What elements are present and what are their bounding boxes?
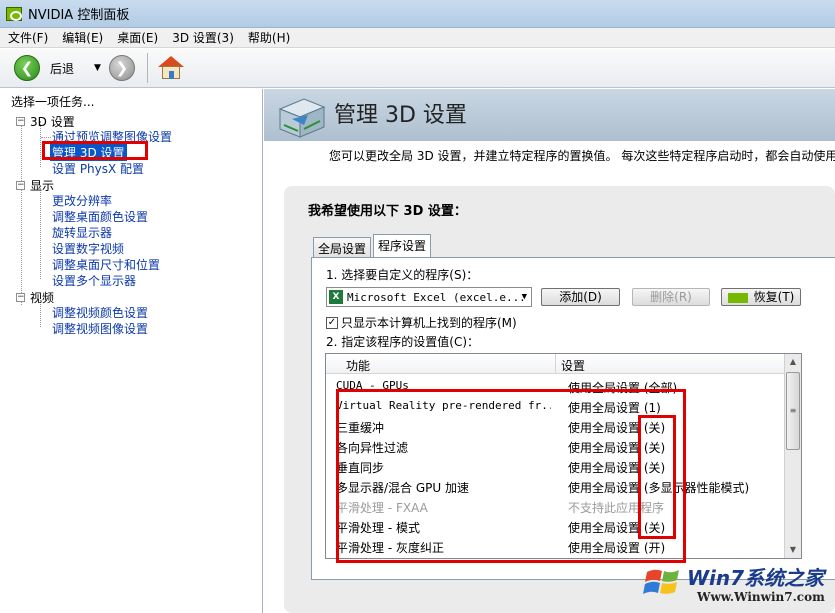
show-found-programs-checkbox[interactable]: ✓ bbox=[326, 316, 338, 329]
tree-connector bbox=[40, 185, 41, 279]
column-divider[interactable] bbox=[555, 354, 556, 374]
forward-arrow-icon[interactable]: ❯ bbox=[108, 55, 135, 81]
excel-icon: X bbox=[329, 290, 343, 304]
nvidia-badge-icon bbox=[727, 292, 748, 303]
highlight-box-settings-list bbox=[336, 389, 686, 563]
collapse-icon[interactable]: − bbox=[16, 181, 25, 190]
tree-category-display[interactable]: − 显示 bbox=[16, 177, 54, 194]
tree-item-desktop-size[interactable]: 调整桌面尺寸和位置 bbox=[52, 256, 160, 273]
task-panel: 选择一项任务... − 3D 设置 通过预览调整图像设置 管理 3D 设置 设置… bbox=[0, 89, 263, 613]
menu-3d-settings[interactable]: 3D 设置(3) bbox=[172, 29, 234, 46]
tree-item-desktop-color[interactable]: 调整桌面颜色设置 bbox=[52, 208, 148, 225]
title-bar: NVIDIA 控制面板 bbox=[0, 0, 835, 28]
nvidia-logo-icon bbox=[6, 6, 22, 21]
tree-item-digital-video[interactable]: 设置数字视频 bbox=[52, 240, 124, 257]
tree-connector bbox=[41, 137, 51, 138]
page-title: 管理 3D 设置 bbox=[334, 103, 467, 128]
restore-button[interactable]: 恢复(T) bbox=[721, 288, 801, 306]
tab-program-settings[interactable]: 程序设置 bbox=[373, 234, 432, 258]
tree-connector bbox=[21, 121, 22, 305]
remove-button[interactable]: 删除(R) bbox=[632, 288, 710, 306]
windows-flag-icon bbox=[643, 569, 679, 594]
tab-global-settings[interactable]: 全局设置 bbox=[313, 237, 372, 257]
column-header-setting[interactable]: 设置 bbox=[561, 357, 585, 374]
back-arrow-icon[interactable]: ❮ bbox=[14, 55, 40, 81]
scroll-up-icon[interactable]: ▲ bbox=[785, 354, 801, 370]
collapse-icon[interactable]: − bbox=[16, 293, 25, 302]
toolbar-separator bbox=[146, 53, 148, 83]
menu-desktop[interactable]: 桌面(E) bbox=[117, 29, 158, 46]
add-button[interactable]: 添加(D) bbox=[541, 288, 620, 306]
show-found-programs-row[interactable]: ✓ 只显示本计算机上找到的程序(M) bbox=[326, 314, 517, 331]
tree-item-video-color[interactable]: 调整视频颜色设置 bbox=[52, 304, 148, 321]
site-watermark: Win7系统之家 Www.Winwin7.com bbox=[643, 560, 833, 612]
tree-item-rotate-display[interactable]: 旋转显示器 bbox=[52, 224, 112, 241]
chevron-down-icon[interactable]: ▼ bbox=[522, 292, 527, 302]
toolbar: ❮ 后退 ▼ ❯ bbox=[0, 49, 835, 88]
scroll-thumb[interactable]: ≡ bbox=[786, 372, 800, 450]
scroll-down-icon[interactable]: ▼ bbox=[785, 542, 801, 558]
program-select[interactable]: X Microsoft Excel (excel.e... ▼ bbox=[326, 287, 532, 307]
grid-header: 功能 设置 bbox=[326, 354, 785, 374]
tree-category-label: 显示 bbox=[30, 179, 55, 193]
program-select-value: Microsoft Excel (excel.e... bbox=[347, 290, 526, 304]
step2-label: 2. 指定该程序的设置值(C)： bbox=[326, 335, 480, 349]
show-found-programs-label: 只显示本计算机上找到的程序(M) bbox=[341, 316, 517, 330]
3d-settings-icon bbox=[278, 98, 326, 138]
watermark-url: Www.Winwin7.com bbox=[697, 590, 825, 604]
restore-button-label: 恢复(T) bbox=[753, 290, 795, 304]
page-description: 您可以更改全局 3D 设置，并建立特定程序的置换值。 每次这些特定程序启动时，都… bbox=[329, 149, 835, 163]
step1-label: 1. 选择要自定义的程序(S)： bbox=[326, 268, 479, 282]
task-panel-title: 选择一项任务... bbox=[11, 95, 95, 109]
tree-item-physx[interactable]: 设置 PhysX 配置 bbox=[52, 160, 144, 177]
highlight-box-off-values bbox=[638, 415, 676, 539]
column-header-feature[interactable]: 功能 bbox=[346, 357, 370, 374]
tree-item-resolution[interactable]: 更改分辨率 bbox=[52, 192, 112, 209]
back-button-label[interactable]: 后退 bbox=[50, 60, 74, 77]
menu-edit[interactable]: 编辑(E) bbox=[62, 29, 103, 46]
window-title: NVIDIA 控制面板 bbox=[28, 8, 130, 23]
menu-bar: 文件(F) 编辑(E) 桌面(E) 3D 设置(3) 帮助(H) bbox=[0, 28, 835, 48]
watermark-brand: Win7系统之家 bbox=[687, 566, 825, 590]
tree-item-multi-display[interactable]: 设置多个显示器 bbox=[52, 272, 136, 289]
settings-heading: 我希望使用以下 3D 设置： bbox=[308, 204, 467, 219]
menu-help[interactable]: 帮助(H) bbox=[248, 29, 290, 46]
page-header: 管理 3D 设置 bbox=[264, 89, 835, 141]
home-icon[interactable] bbox=[157, 56, 184, 80]
highlight-box-selected-item bbox=[42, 141, 148, 160]
history-dropdown-icon[interactable]: ▼ bbox=[94, 63, 101, 73]
main-panel: 管理 3D 设置 您可以更改全局 3D 设置，并建立特定程序的置换值。 每次这些… bbox=[264, 89, 835, 613]
collapse-icon[interactable]: − bbox=[16, 117, 25, 126]
tree-category-label: 视频 bbox=[30, 291, 55, 305]
grid-scrollbar[interactable]: ▲ ≡ ▼ bbox=[784, 354, 801, 558]
tree-category-video[interactable]: − 视频 bbox=[16, 289, 54, 306]
menu-file[interactable]: 文件(F) bbox=[8, 29, 48, 46]
tree-item-video-image[interactable]: 调整视频图像设置 bbox=[52, 320, 148, 337]
